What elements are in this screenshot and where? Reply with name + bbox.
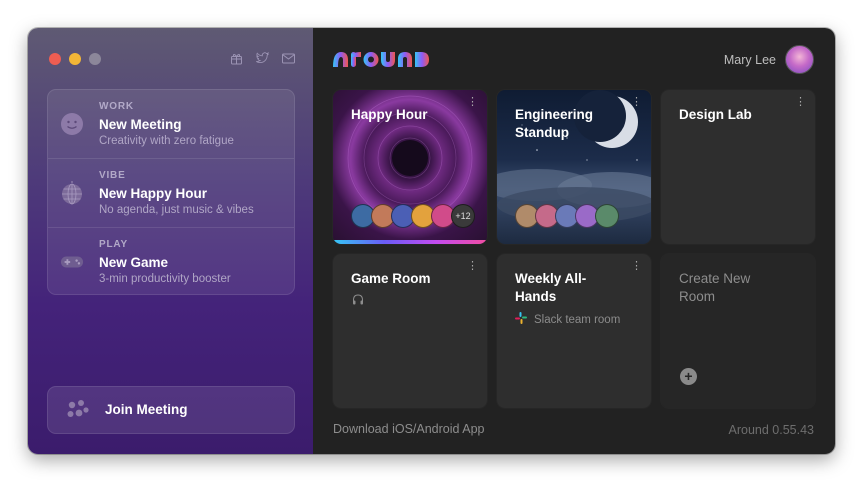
slack-room-label: Slack team room (534, 313, 621, 326)
menu-item-subtitle: 3-min productivity booster (99, 273, 231, 285)
room-tile-weekly-all-hands[interactable]: Weekly All-Hands ⋮ Slack team room (497, 254, 651, 408)
app-version: Around 0.55.43 (728, 423, 815, 437)
user-name: Mary Lee (723, 52, 776, 67)
menu-item-category: WORK (99, 101, 134, 112)
room-tile-happy-hour[interactable]: Happy Hour ⋮ +12 (333, 90, 487, 244)
more-options-icon[interactable]: ⋮ (795, 97, 806, 108)
room-title: Design Lab (679, 107, 752, 122)
room-title: Engineering Standup (515, 107, 594, 140)
create-room-label: Create New Room (679, 271, 751, 304)
avatar (785, 45, 814, 74)
more-options-icon[interactable]: ⋮ (631, 261, 642, 272)
more-participants-badge: +12 (451, 204, 475, 228)
more-options-icon[interactable]: ⋮ (631, 97, 642, 108)
room-title: Weekly All-Hands (515, 271, 587, 304)
menu-item-category: PLAY (99, 239, 128, 250)
more-options-icon[interactable]: ⋮ (467, 97, 478, 108)
headphones-icon (352, 292, 364, 310)
room-tile-engineering-standup[interactable]: Engineering Standup ⋮ (497, 90, 651, 244)
menu-item-subtitle: No agenda, just music & vibes (99, 204, 254, 216)
menu-item-subtitle: Creativity with zero fatigue (99, 135, 234, 147)
close-window-button[interactable] (49, 53, 61, 65)
avatar (595, 204, 619, 228)
disco-ball-icon (60, 181, 84, 205)
app-window: WORK New Meeting Creativity with zero fa… (28, 28, 835, 454)
create-room-tile[interactable]: Create New Room + (661, 254, 815, 408)
new-session-menu: WORK New Meeting Creativity with zero fa… (47, 89, 295, 295)
more-options-icon[interactable]: ⋮ (467, 261, 478, 272)
sidebar-top-icons (229, 51, 295, 65)
user-profile[interactable]: Mary Lee (724, 45, 814, 74)
participant-avatars (515, 204, 619, 228)
smiley-icon (60, 112, 84, 136)
gamepad-icon (60, 250, 84, 274)
room-tile-design-lab[interactable]: Design Lab ⋮ (661, 90, 815, 244)
main-panel: Mary Lee Happy Hour ⋮ +12 Engineering St… (313, 28, 835, 454)
slack-room-link: Slack team room (515, 312, 620, 327)
join-meeting-button[interactable]: Join Meeting (47, 386, 295, 434)
join-meeting-icon (66, 398, 90, 422)
around-logo (333, 50, 431, 68)
mail-icon[interactable] (281, 51, 295, 65)
minimize-window-button[interactable] (69, 53, 81, 65)
menu-item-new-meeting[interactable]: WORK New Meeting Creativity with zero fa… (48, 90, 294, 159)
participant-avatars: +12 (351, 204, 475, 228)
menu-item-category: VIBE (99, 170, 126, 181)
zoom-window-button[interactable] (89, 53, 101, 65)
slack-icon (515, 312, 527, 327)
active-room-indicator (333, 240, 487, 244)
menu-item-title: New Game (99, 255, 169, 270)
menu-item-title: New Happy Hour (99, 186, 208, 201)
menu-item-new-game[interactable]: PLAY New Game 3-min productivity booster (48, 228, 294, 296)
room-tile-game-room[interactable]: Game Room ⋮ (333, 254, 487, 408)
sidebar: WORK New Meeting Creativity with zero fa… (28, 28, 313, 454)
download-app-link[interactable]: Download iOS/Android App (333, 422, 484, 436)
join-meeting-label: Join Meeting (105, 402, 188, 417)
menu-item-new-happy-hour[interactable]: VIBE New Happy Hour No agenda, just musi… (48, 159, 294, 228)
room-title: Happy Hour (351, 107, 428, 122)
menu-item-title: New Meeting (99, 117, 182, 132)
gift-icon[interactable] (229, 51, 243, 65)
twitter-icon[interactable] (255, 51, 269, 65)
window-controls (49, 53, 101, 65)
room-title: Game Room (351, 271, 431, 286)
plus-icon[interactable]: + (680, 368, 697, 385)
